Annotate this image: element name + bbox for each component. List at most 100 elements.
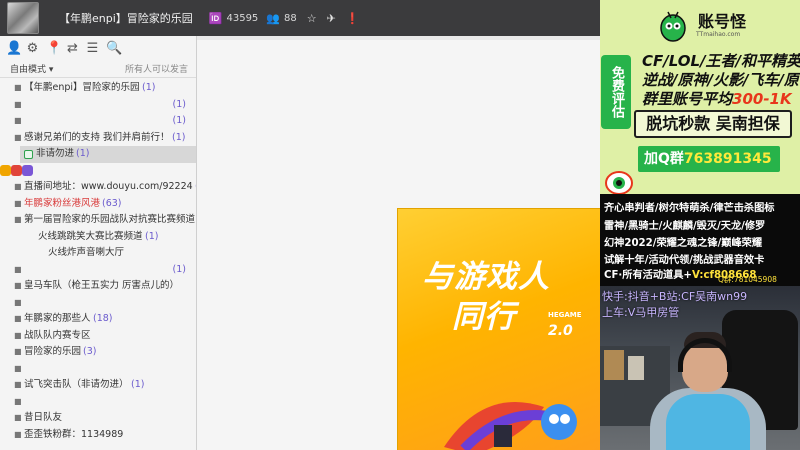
channel-item[interactable]: 火线跳跳笑大赛比赛频道 (1) [0, 229, 196, 246]
user-icon[interactable]: 👤 [6, 41, 22, 56]
service-banner: 齐心串判者/树尔特萌杀/律芒击杀图标 雷神/黑骑士/火麒麟/毁灭/天龙/修罗 幻… [600, 194, 800, 286]
channel-item[interactable]: ■直播间地址：www.douyu.com/92224(3) [0, 179, 196, 196]
channel-bullet-icon: ■ [14, 363, 22, 373]
channel-item[interactable]: ■ 试飞突击队（非请勿进） (1) [0, 377, 196, 394]
promo-subline: 同行 [452, 299, 516, 335]
channel-count: (1) [172, 115, 186, 126]
channel-label: 年鹏家的那些人 [24, 313, 91, 324]
promo-tag: HEGAME [548, 311, 582, 319]
ad-brand: 账号怪 [698, 12, 747, 31]
room-avatar[interactable] [7, 2, 39, 34]
cam-caption-2: 上车:V马甲房管 [602, 306, 680, 319]
mode-description: 所有人可以发言 [124, 65, 188, 75]
channel-item[interactable]: ■ (1) [0, 262, 196, 279]
star-icon[interactable]: ☆ [307, 12, 317, 25]
ad-ribbon: 免费评估 [601, 55, 631, 129]
channel-bullet-icon: ■ [14, 314, 22, 323]
channel-item[interactable]: ■ 昔日队友 [0, 410, 196, 427]
channel-count: (1) [172, 131, 186, 143]
plane-icon[interactable]: ✈ [327, 12, 336, 25]
channel-bullet-icon: ■ [14, 83, 22, 92]
ad-brand-url: TTmaihao.com [696, 31, 741, 38]
shelf-item [628, 356, 644, 380]
channel-label: 非请勿进 [36, 148, 75, 159]
ad-qq-number: 763891345 [683, 151, 772, 167]
channel-label: 【年鹏enpi】冒险家的乐园 [24, 82, 140, 93]
room-title: 【年鹏enpi】冒险家的乐园 [59, 12, 193, 25]
channel-list: ■ 【年鹏enpi】冒险家的乐园 (1) ■ (1) ■ (1) ■ 感谢兄弟们的支持 我们并肩… [0, 78, 196, 443]
channel-count: (18) [93, 313, 113, 324]
webcam-feed: 快手:抖音+B站:CF吴南wn99 上车:V马甲房管 [600, 286, 800, 450]
channel-bullet-icon: ■ [14, 182, 22, 191]
channel-bullet-icon: ■ [14, 264, 22, 274]
channel-item[interactable]: ■ 冒险家的乐园 (3) [0, 344, 196, 361]
channel-label: 直播间地址：www.douyu.com/92224 [24, 181, 193, 192]
speak-mode-bar: 自由模式 ▾ 所有人可以发言 [0, 60, 196, 78]
banner-line-1: 齐心串判者/树尔特萌杀/律芒击杀图标 [604, 203, 775, 214]
channel-count: (1) [131, 379, 145, 390]
channel-item[interactable]: ■ 年鹏家的那些人 (18) [0, 311, 196, 328]
promo-headline: 与游戏人 [422, 259, 550, 295]
channel-item[interactable]: ■ 第一届冒险家的乐园战队对抗赛比赛频道 [0, 212, 196, 229]
channel-item[interactable]: ■ 皇马车队（枪王五实力 厉害点儿的） [0, 278, 196, 295]
room-header: 【年鹏enpi】冒险家的乐园 🆔 43595 👥 88 ☆ ✈ ❗ [0, 0, 600, 36]
mode-select[interactable]: 自由模式 ▾ [10, 62, 53, 75]
channel-label: 昔日队友 [24, 412, 63, 423]
channel-label: 歪歪铁粉群：1134989 [24, 428, 124, 440]
user-badge-icon [22, 164, 33, 176]
online-count: 88 [284, 12, 297, 24]
list-icon[interactable]: ☰ [86, 41, 99, 56]
channel-item[interactable]: Wn99 出vp. [0, 163, 196, 180]
banner-qq: Q群:781045908 [718, 275, 777, 284]
location-icon[interactable]: 📍 [46, 41, 62, 56]
channel-label: 第一届冒险家的乐园战队对抗赛比赛频道 [24, 214, 196, 225]
channel-item[interactable]: 火线炸声音喇大厅 [0, 245, 196, 262]
channel-count: (3) [195, 179, 196, 196]
share-icon[interactable]: ⇄ [66, 41, 79, 56]
channel-item[interactable]: ■ (1) [0, 113, 196, 130]
main-divider [197, 36, 600, 40]
ad-line-3-price: 300-1K [732, 90, 792, 108]
settings-icon[interactable]: ⚙ [26, 41, 39, 56]
info-icon[interactable]: ❗ [346, 12, 360, 25]
channel-count: (1) [172, 98, 186, 110]
channel-item[interactable]: ■ 年鹏家粉丝港风港 (63) [0, 196, 196, 213]
channel-item[interactable]: ■ 【年鹏enpi】冒险家的乐园 (1) [0, 80, 196, 97]
channel-item[interactable]: ■ [0, 394, 196, 411]
banner-line-4: 试解十年/活动代领/挑战武器音效卡 [604, 255, 765, 266]
channel-item[interactable]: ■ 感谢兄弟们的支持 我们并肩前行！ (1) [0, 130, 196, 147]
search-icon[interactable]: 🔍 [106, 41, 122, 56]
streamer-shirt [666, 394, 750, 450]
channel-item[interactable]: ■ [0, 361, 196, 378]
channel-item[interactable]: ■ 歪歪铁粉群：1134989 [0, 427, 196, 444]
channel-bullet-icon: ■ [14, 297, 22, 307]
rocket-illustration [444, 402, 577, 450]
channel-item[interactable]: ■ [0, 295, 196, 312]
room-id: 43595 [226, 12, 259, 24]
channel-label: 火线跳跳笑大赛比赛频道 [38, 230, 143, 242]
channel-label: 皇马车队（枪王五实力 厉害点儿的） [24, 280, 180, 291]
channel-bullet-icon: ■ [14, 99, 22, 109]
channel-bullet-icon: ■ [14, 413, 22, 422]
ad-line-3-text: 群里账号平均 [642, 90, 733, 108]
channel-bullet-icon: ■ [14, 429, 22, 439]
channel-item[interactable]: ■ (1) [0, 97, 196, 114]
user-badge-icon [11, 164, 22, 176]
channel-bullet-icon: ■ [14, 116, 22, 125]
channel-bullet-icon: ■ [14, 281, 22, 290]
shelf-item [604, 350, 624, 380]
promo-video[interactable]: 与游戏人 同行 HEGAME 2.0 [397, 208, 600, 450]
channel-bullet-icon: ■ [14, 396, 22, 406]
channel-count: (1) [142, 82, 156, 93]
channel-label: 冒险家的乐园 [24, 346, 82, 357]
channel-label: 感谢兄弟们的支持 我们并肩前行！ [24, 131, 170, 143]
channel-count: (1) [145, 230, 159, 242]
ad-guarantee: 脱坑秒款 吴南担保 [634, 110, 792, 138]
channel-item[interactable]: ■ 战队队内赛专区 [0, 328, 196, 345]
id-icon: 🆔 [208, 11, 223, 25]
user-badge-icon [0, 164, 11, 176]
channel-item[interactable]: 非请勿进 (1) [20, 146, 196, 163]
channel-label: 试飞突击队（非请勿进） [24, 379, 129, 390]
monster-logo-icon [660, 11, 686, 42]
banner-line-2: 雷神/黑骑士/火麒麟/毁灭/天龙/修罗 [604, 221, 766, 232]
